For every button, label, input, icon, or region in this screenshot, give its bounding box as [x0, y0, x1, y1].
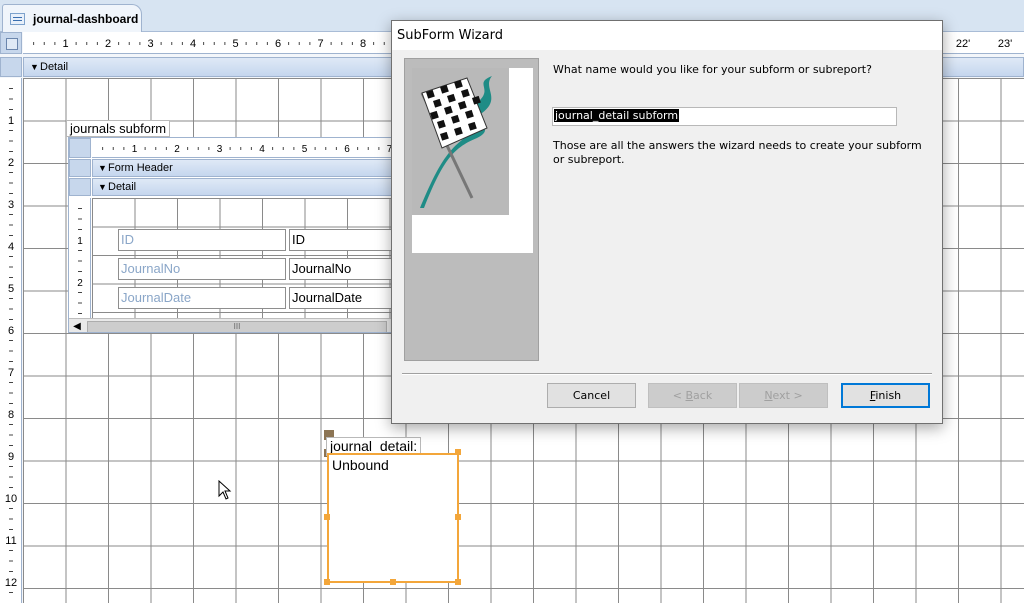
ruler-number: 3	[147, 38, 153, 50]
ruler-number: 4	[259, 144, 265, 155]
id-label[interactable]: ID	[118, 229, 286, 251]
ruler-number: 7	[8, 367, 14, 379]
resize-handle[interactable]	[455, 514, 461, 520]
section-label: Detail	[40, 61, 69, 73]
ruler-number: 4	[8, 241, 14, 253]
next-accel: N	[764, 389, 773, 402]
ruler-number: 11	[5, 535, 16, 547]
ruler-number: 6	[344, 144, 350, 155]
next-button[interactable]: Next >	[739, 383, 828, 408]
ruler-number: 5	[302, 144, 308, 155]
ruler-number: 5	[8, 283, 14, 295]
ruler-number: 2	[8, 157, 14, 169]
journal-detail-subform-control[interactable]: Unbound	[327, 453, 459, 583]
checkered-flag-illustration	[412, 68, 509, 215]
ruler-number: 2	[77, 278, 83, 289]
tab-label: journal-dashboard	[33, 12, 139, 26]
cancel-button[interactable]: Cancel	[547, 383, 636, 408]
unbound-text: Unbound	[332, 457, 389, 473]
resize-handle[interactable]	[324, 514, 330, 520]
ruler-number: 4	[190, 38, 196, 50]
form-header-selector[interactable]	[69, 159, 91, 177]
ruler-number: 12	[5, 577, 17, 589]
journalno-textbox[interactable]: JournalNo	[289, 258, 392, 280]
subform-detail-bar[interactable]: ▼ Detail	[92, 178, 392, 196]
next-rest: ext >	[772, 389, 803, 402]
scrollbar-thumb[interactable]: III	[87, 321, 387, 332]
form-selector[interactable]	[0, 32, 22, 54]
collapse-arrow-icon: ▼	[98, 163, 107, 173]
ruler-number: 1	[62, 38, 68, 50]
resize-handle[interactable]	[455, 579, 461, 585]
wizard-info-text: Those are all the answers the wizard nee…	[553, 139, 922, 166]
collapse-arrow-icon: ▼	[98, 182, 107, 192]
wizard-side-panel	[404, 58, 539, 361]
ruler-number: 5	[232, 38, 238, 50]
ruler-number: 1	[132, 144, 138, 155]
form-header-bar[interactable]: ▼ Form Header	[92, 159, 392, 177]
resize-handle[interactable]	[324, 579, 330, 585]
dialog-title: SubForm Wizard	[397, 28, 503, 43]
back-accel: B	[685, 389, 694, 402]
subform-ruler-ticks: 1234567	[102, 144, 392, 155]
ruler-number: 3	[8, 199, 14, 211]
mouse-cursor-icon	[218, 480, 232, 500]
subform-wizard-dialog: SubForm Wizard What name would you like …	[391, 20, 943, 424]
wizard-prompt: What name would you like for your subfor…	[553, 63, 872, 76]
ruler-number: 8	[8, 409, 14, 421]
back-prefix: <	[672, 389, 686, 402]
ruler-number: 6	[8, 325, 14, 337]
journaldate-label[interactable]: JournalDate	[118, 287, 286, 309]
ruler-number: 23'	[998, 38, 1012, 50]
ruler-number: 22'	[956, 38, 970, 50]
ruler-number: 1	[8, 115, 14, 127]
ruler-number: 9	[8, 451, 14, 463]
ruler-number: 2	[174, 144, 180, 155]
ruler-number: 10	[5, 493, 17, 505]
collapse-arrow-icon: ▼	[30, 62, 39, 72]
ruler-number: 2	[105, 38, 111, 50]
subform-detail-label: Detail	[108, 181, 137, 193]
scroll-left-arrow-icon[interactable]: ◀	[71, 321, 83, 332]
subform-horizontal-scrollbar[interactable]: ◀ III	[69, 318, 392, 332]
journaldate-textbox[interactable]: JournalDate	[289, 287, 392, 309]
journals-subform-control[interactable]: 1234567 ▼ Form Header ▼ Detail 12 ID ID …	[68, 137, 393, 333]
selected-text: journal_detail subform	[554, 109, 680, 122]
journalno-label[interactable]: JournalNo	[118, 258, 286, 280]
ruler-number: 3	[217, 144, 223, 155]
detail-section-selector[interactable]	[0, 57, 22, 77]
ruler-number: 6	[275, 38, 281, 50]
form-header-label: Form Header	[108, 162, 173, 174]
ruler-number: 7	[317, 38, 323, 50]
resize-handle[interactable]	[390, 579, 396, 585]
ruler-number: 1	[77, 236, 83, 247]
checkered-flag-icon	[420, 76, 492, 208]
vertical-ruler[interactable]: 1 2 3 4 5 6 7 8 9 10 11 12	[0, 78, 22, 603]
subform-detail-selector[interactable]	[69, 178, 91, 196]
form-icon	[10, 13, 25, 25]
dialog-separator	[402, 373, 932, 375]
finish-button[interactable]: Finish	[841, 383, 930, 408]
dialog-titlebar[interactable]: SubForm Wizard	[392, 21, 942, 50]
subform-selector[interactable]	[69, 138, 91, 158]
back-rest: ack	[693, 389, 713, 402]
resize-handle[interactable]	[455, 449, 461, 455]
ruler-number: 8	[360, 38, 366, 50]
subform-label[interactable]: journals subform	[66, 120, 171, 137]
subform-vertical-ruler-ticks: 12	[77, 208, 83, 314]
vertical-ruler-ticks: 123456789101112	[5, 88, 17, 593]
subform-name-input[interactable]: journal_detail subform	[552, 107, 897, 126]
back-button[interactable]: < Back	[648, 383, 737, 408]
tab-journal-dashboard[interactable]: journal-dashboard	[2, 4, 142, 33]
finish-rest: inish	[875, 389, 902, 402]
subform-vertical-ruler: 12	[69, 198, 91, 318]
id-textbox[interactable]: ID	[289, 229, 392, 251]
subform-ruler: 1234567	[92, 138, 392, 158]
